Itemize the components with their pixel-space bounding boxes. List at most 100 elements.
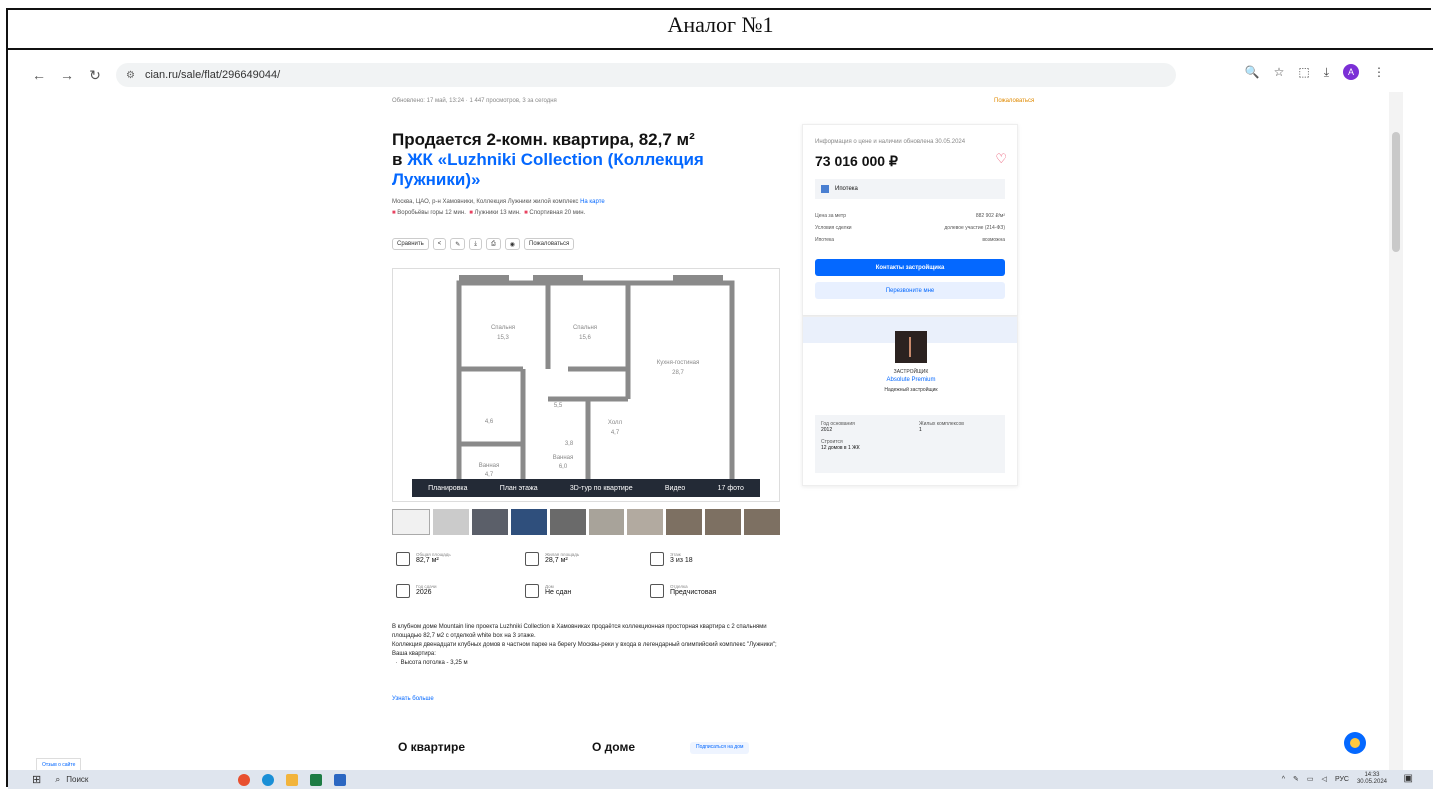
complain-link[interactable]: Пожаловаться <box>994 98 1034 104</box>
edge-icon[interactable] <box>262 773 275 786</box>
zoom-icon[interactable]: 🔍 <box>1245 65 1260 79</box>
section-apartment[interactable]: О квартире <box>398 740 465 754</box>
tab-video[interactable]: Видео <box>665 485 685 492</box>
room-area-toilet-1: 4,6 <box>485 419 494 425</box>
forward-icon[interactable]: → <box>56 64 78 86</box>
back-icon[interactable]: ← <box>28 64 50 86</box>
thumbnail[interactable] <box>471 509 508 535</box>
url-text: cian.ru/sale/flat/296649044/ <box>144 69 281 81</box>
thumbnail[interactable] <box>744 509 781 535</box>
room-area-bath-2: 4,7 <box>485 472 494 478</box>
crane-icon <box>396 584 410 598</box>
on-map-link[interactable]: На карте <box>580 199 605 205</box>
reload-icon[interactable]: ↻ <box>84 64 106 86</box>
star-icon[interactable]: ☆ <box>1274 65 1285 79</box>
developer-name[interactable]: Absolute Premium <box>803 377 1019 383</box>
thumbnail[interactable] <box>705 509 742 535</box>
section-house[interactable]: О доме <box>592 740 635 754</box>
listing-updated: Обновлено: 17 май, 13:24 · 1 447 просмот… <box>392 98 557 104</box>
taskbar: ⊞ ⌕ Поиск ^ ✎ ▭ ◁ РУС 14:33 30.05.2024 ▣ <box>8 770 1433 789</box>
pen-icon[interactable]: ✎ <box>1293 775 1299 783</box>
description: В клубном доме Mountain line проекта Luz… <box>392 624 777 666</box>
floor-plan[interactable]: Спальня 15,3 Спальня 15,6 Кухня-гостиная… <box>392 268 780 502</box>
file-explorer-icon[interactable] <box>286 773 299 786</box>
video-thumbnail[interactable] <box>510 509 547 535</box>
feature-house: Дом Не сдан <box>525 584 571 598</box>
scrollbar[interactable] <box>1389 92 1403 772</box>
clock[interactable]: 14:33 30.05.2024 <box>1357 772 1387 786</box>
taskbar-search[interactable]: Поиск <box>66 775 88 784</box>
room-label-bedroom-1: Спальня <box>491 325 515 331</box>
edit-icon[interactable]: ✎ <box>450 238 466 250</box>
room-area-bedroom-1: 15,3 <box>497 335 509 341</box>
download-icon[interactable]: ⤓ <box>1324 65 1329 80</box>
feature-finishing: Отделка Предчистовая <box>650 584 716 598</box>
action-bar: Сравнить < ✎ ⤓ ⎙ ◉ Пожаловаться <box>392 238 575 250</box>
room-area-bath-1: 6,0 <box>559 464 568 470</box>
photo-thumbnails <box>392 509 781 535</box>
feature-total-area: Общая площадь 82,7 м² <box>396 552 451 566</box>
thumbnail[interactable] <box>432 509 469 535</box>
tab-plan[interactable]: Планировка <box>428 485 467 492</box>
thumbnail[interactable] <box>549 509 586 535</box>
thumbnail[interactable] <box>666 509 703 535</box>
price-info: Информация о цене и наличии обновлена 30… <box>815 139 966 145</box>
tab-floor-plan[interactable]: План этажа <box>500 485 538 492</box>
room-label-bedroom-2: Спальня <box>573 325 597 331</box>
area-icon <box>396 552 410 566</box>
thumbnail[interactable] <box>627 509 664 535</box>
report-button[interactable]: Пожаловаться <box>524 238 575 250</box>
developer-badge: Надежный застройщик <box>884 387 938 393</box>
windows-start-icon[interactable]: ⊞ <box>32 773 41 786</box>
browser-toolbar: ← → ↻ ⚙ cian.ru/sale/flat/296649044/ 🔍 ☆… <box>22 58 1403 92</box>
price-row: Ипотека возможна <box>815 237 1005 243</box>
volume-icon[interactable]: ◁ <box>1322 775 1327 783</box>
notifications-icon[interactable]: ▣ <box>1404 773 1413 784</box>
developer-logo[interactable] <box>895 331 927 363</box>
share-icon[interactable]: < <box>432 238 447 250</box>
compare-button[interactable]: Сравнить <box>392 238 429 250</box>
developer-card: ЗАСТРОЙЩИК Absolute Premium Надежный зас… <box>802 316 1018 486</box>
profile-icon[interactable]: A <box>1343 64 1359 80</box>
room-label-bath-1: Ванная <box>553 455 574 461</box>
house-icon <box>525 584 539 598</box>
contacts-button[interactable]: Контакты застройщика <box>815 259 1005 276</box>
tab-3d-tour[interactable]: 3D-тур по квартире <box>570 485 633 492</box>
thumbnail[interactable] <box>588 509 625 535</box>
excel-icon[interactable] <box>310 773 323 786</box>
developer-stats: Год основания 2012 Жилых комплексов 1 Стро… <box>815 415 1005 473</box>
menu-icon[interactable]: ⋮ <box>1373 65 1385 79</box>
callback-button[interactable]: Перезвоните мне <box>815 282 1005 299</box>
tab-photos[interactable]: 17 фото <box>718 485 744 492</box>
site-info-icon[interactable]: ⚙ <box>126 70 135 81</box>
thumbnail[interactable] <box>392 509 430 535</box>
subscribe-house-button[interactable]: Подписаться на дом <box>690 742 750 754</box>
hide-icon[interactable]: ◉ <box>504 238 520 250</box>
extensions-icon[interactable]: ⬚ <box>1298 65 1309 79</box>
finishing-icon <box>650 584 664 598</box>
favorite-heart-icon[interactable]: ♡ <box>995 151 1007 167</box>
word-icon[interactable] <box>334 773 347 786</box>
feature-living-area: Жилая площадь 28,7 м² <box>525 552 579 566</box>
search-icon[interactable]: ⌕ <box>55 774 60 785</box>
address-bar[interactable]: ⚙ cian.ru/sale/flat/296649044/ <box>116 63 1176 87</box>
scrollbar-thumb[interactable] <box>1392 132 1400 252</box>
room-area-bedroom-2: 15,6 <box>579 335 591 341</box>
network-icon[interactable]: ▭ <box>1307 775 1314 783</box>
title-rule <box>8 48 1433 50</box>
language-indicator[interactable]: РУС <box>1335 776 1349 783</box>
room-area-toilet-2: 3,8 <box>565 441 574 447</box>
read-more-link[interactable]: Узнать больше <box>392 696 434 702</box>
mortgage-block[interactable]: Ипотека <box>815 179 1005 199</box>
feature-floor: Этаж 3 из 18 <box>650 552 693 566</box>
tray-chevron-icon[interactable]: ^ <box>1282 776 1285 783</box>
feature-year: Год сдачи 2026 <box>396 584 437 598</box>
mortgage-icon <box>821 185 829 193</box>
chrome-icon[interactable] <box>238 773 251 786</box>
system-tray: ^ ✎ ▭ ◁ РУС 14:33 30.05.2024 <box>1282 772 1387 786</box>
chat-button[interactable] <box>1344 732 1366 754</box>
print-icon[interactable]: ⎙ <box>485 238 501 250</box>
price-card: Информация о цене и наличии обновлена 30… <box>802 124 1018 316</box>
complex-link[interactable]: ЖК «Luzhniki Collection (Коллекция Лужни… <box>392 150 704 189</box>
download-pdf-icon[interactable]: ⤓ <box>469 238 482 250</box>
